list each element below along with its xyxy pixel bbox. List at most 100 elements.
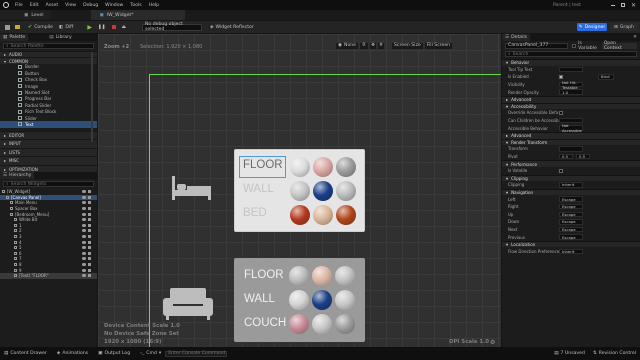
material-swatch[interactable] bbox=[289, 266, 309, 286]
property-value-field[interactable]: Escape bbox=[559, 219, 583, 225]
visibility-eye-icon[interactable] bbox=[82, 201, 86, 205]
details-section-header[interactable]: ▾ Performance bbox=[502, 160, 640, 167]
material-swatch[interactable] bbox=[290, 181, 310, 201]
visibility-eye-icon[interactable] bbox=[82, 235, 86, 239]
menu-file[interactable]: File bbox=[15, 3, 23, 8]
property-value-field[interactable]: Bind bbox=[598, 74, 614, 80]
pause-button[interactable]: ❚❚ bbox=[98, 25, 106, 30]
lock-icon[interactable] bbox=[88, 212, 91, 216]
floor-label[interactable]: FLOOR bbox=[243, 159, 283, 171]
lock-icon[interactable] bbox=[88, 223, 91, 227]
property-value-field[interactable]: 0.5 bbox=[559, 153, 573, 160]
minimize-icon[interactable] bbox=[610, 4, 615, 6]
is-variable-checkbox[interactable] bbox=[572, 43, 577, 48]
wall-label-2[interactable]: WALL bbox=[244, 293, 275, 305]
tab-hierarchy[interactable]: ☰ Hierarchy bbox=[0, 172, 35, 179]
material-swatch[interactable] bbox=[312, 290, 332, 310]
hierarchy-search-input[interactable]: ⌕ Search Widgets bbox=[3, 181, 94, 187]
designer-button[interactable]: ✎ Designer bbox=[577, 23, 607, 31]
material-swatch[interactable] bbox=[290, 205, 310, 225]
checkbox[interactable] bbox=[559, 168, 563, 173]
close-details-icon[interactable]: ✕ bbox=[633, 35, 637, 40]
details-section-header[interactable]: ▾ Render Transform bbox=[502, 138, 640, 146]
widget-name-input[interactable]: CanvasPanel_377 bbox=[505, 42, 569, 49]
menu-debug[interactable]: Debug bbox=[83, 3, 98, 8]
visibility-eye-icon[interactable] bbox=[82, 223, 86, 227]
property-value-field[interactable]: Escape bbox=[559, 226, 583, 233]
material-swatch[interactable] bbox=[336, 205, 356, 225]
visibility-eye-icon[interactable] bbox=[82, 274, 86, 278]
lock-icon[interactable] bbox=[88, 251, 91, 255]
output-log-button[interactable]: ▣ Output Log bbox=[98, 351, 130, 356]
close-icon[interactable]: ✕ bbox=[631, 2, 636, 9]
unsaved-button[interactable]: ▤ 7 Unsaved bbox=[554, 351, 585, 356]
material-swatch[interactable] bbox=[336, 181, 356, 201]
content-drawer-button[interactable]: ▤ Content Drawer bbox=[4, 351, 47, 356]
maximize-icon[interactable] bbox=[620, 3, 625, 7]
graph-button[interactable]: ⊞ Graph bbox=[610, 23, 638, 31]
lock-icon[interactable] bbox=[88, 218, 91, 222]
view-r-button[interactable]: R bbox=[360, 42, 369, 49]
palette-category[interactable]: ▸ MISC bbox=[0, 156, 97, 165]
menu-window[interactable]: Window bbox=[105, 3, 123, 8]
material-swatch[interactable] bbox=[312, 266, 332, 286]
hierarchy-row[interactable]: [Text] "FLOOR" bbox=[0, 272, 97, 279]
visibility-eye-icon[interactable] bbox=[82, 257, 86, 261]
material-swatch[interactable] bbox=[312, 314, 332, 334]
material-swatch[interactable] bbox=[335, 314, 355, 334]
palette-category[interactable]: ▸ INPUT bbox=[0, 139, 97, 148]
property-value-field[interactable]: Inherit bbox=[559, 248, 583, 254]
palette-scrollbar[interactable] bbox=[91, 52, 93, 142]
property-value-field[interactable]: Not Accessible bbox=[559, 123, 583, 133]
menu-tools[interactable]: Tools bbox=[130, 3, 141, 8]
lock-icon[interactable] bbox=[88, 268, 91, 272]
property-value-field[interactable]: 1.0 bbox=[559, 89, 583, 95]
property-value-field[interactable]: Not Hit-Testable bbox=[559, 80, 583, 90]
material-swatch[interactable] bbox=[313, 205, 333, 225]
details-section-header[interactable]: ▾ Clipping bbox=[502, 174, 640, 182]
dpi-settings-icon[interactable]: ⚙ bbox=[490, 339, 495, 346]
screen-size-dropdown[interactable]: Screen Size bbox=[392, 42, 423, 49]
lock-icon[interactable] bbox=[88, 229, 91, 233]
lock-icon[interactable] bbox=[88, 207, 91, 211]
palette-search-input[interactable]: ⌕ Search Palette bbox=[3, 43, 94, 49]
save-icon[interactable] bbox=[5, 24, 10, 30]
details-search-input[interactable]: ⌕ Search bbox=[505, 51, 637, 57]
unreal-logo-icon[interactable] bbox=[3, 2, 9, 8]
diff-button[interactable]: ◧ Diff bbox=[59, 25, 73, 30]
lock-icon[interactable] bbox=[88, 274, 91, 278]
material-swatch[interactable] bbox=[335, 290, 355, 310]
visibility-eye-icon[interactable] bbox=[82, 246, 86, 250]
lock-icon[interactable] bbox=[88, 190, 91, 194]
lock-icon[interactable] bbox=[88, 257, 91, 261]
pivot-y-field[interactable]: 0.5 bbox=[576, 153, 590, 160]
couch-label[interactable]: COUCH bbox=[244, 317, 286, 329]
eject-button[interactable]: ⏏ bbox=[122, 25, 126, 30]
lock-icon[interactable] bbox=[88, 263, 91, 267]
details-section-header[interactable]: ▾ Localization bbox=[502, 240, 640, 248]
wall-label[interactable]: WALL bbox=[243, 183, 274, 195]
material-swatch[interactable] bbox=[289, 314, 309, 334]
property-value-field[interactable]: Escape bbox=[559, 211, 583, 217]
visibility-eye-icon[interactable] bbox=[82, 207, 86, 211]
animations-button[interactable]: ◈ Animations bbox=[57, 351, 88, 356]
visibility-eye-icon[interactable] bbox=[82, 268, 86, 272]
checkbox[interactable] bbox=[559, 110, 563, 115]
visibility-eye-icon[interactable] bbox=[82, 263, 86, 267]
checkbox[interactable] bbox=[559, 74, 563, 79]
material-swatch[interactable] bbox=[313, 181, 333, 201]
palette-category[interactable]: ▸ LISTS bbox=[0, 147, 97, 157]
property-value-field[interactable] bbox=[559, 146, 583, 152]
move-icon[interactable]: ✥ bbox=[370, 42, 377, 49]
details-section-header[interactable]: ▾ Accessibility bbox=[502, 102, 640, 110]
lock-icon[interactable] bbox=[88, 240, 91, 244]
menu-view[interactable]: View bbox=[65, 3, 76, 8]
view-none-button[interactable]: ◉ None bbox=[336, 42, 359, 49]
tab-details[interactable]: ☰ Details bbox=[502, 34, 531, 41]
property-value-field[interactable]: Inherit bbox=[559, 182, 583, 188]
material-swatch[interactable] bbox=[335, 266, 355, 286]
menu-help[interactable]: Help bbox=[149, 3, 159, 8]
browse-icon[interactable] bbox=[15, 25, 20, 29]
tab-widget[interactable]: ▣ IW_Widget* bbox=[91, 10, 186, 20]
compile-button[interactable]: ✔ Compile bbox=[28, 24, 53, 30]
